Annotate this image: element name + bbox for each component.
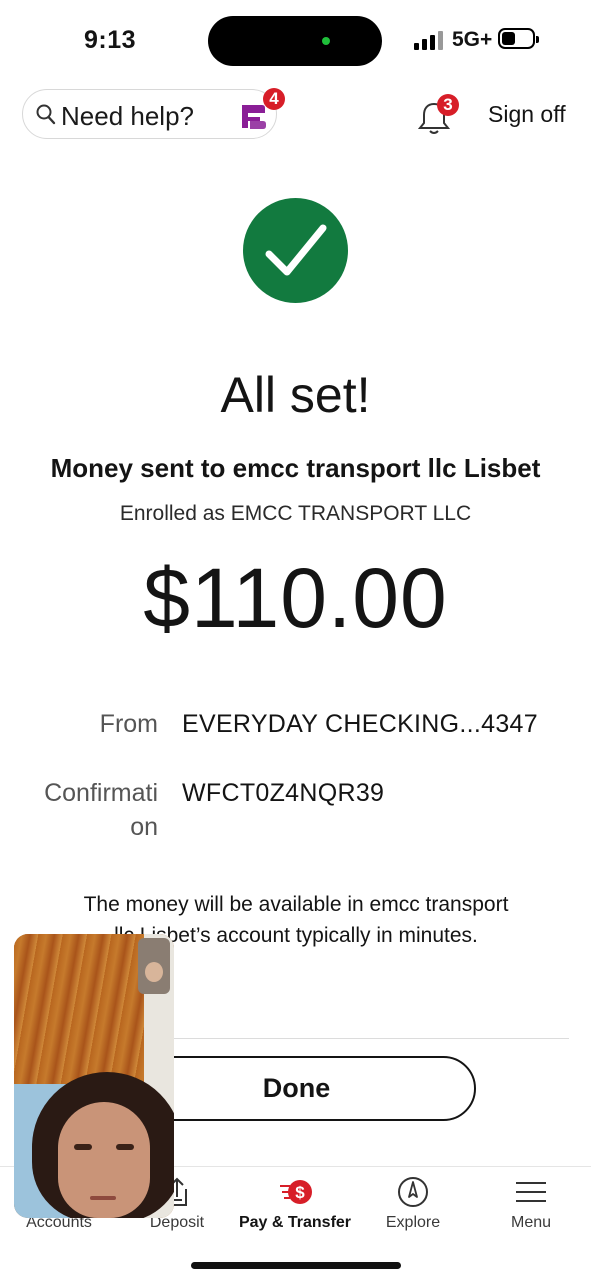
camera-indicator-icon xyxy=(322,37,330,45)
notifications-badge: 3 xyxy=(437,94,459,116)
from-account-value: EVERYDAY CHECKING...4347 xyxy=(182,710,538,738)
hamburger-icon xyxy=(516,1182,546,1202)
confirmation-label-line1: Confirmati xyxy=(44,779,158,807)
search-help-button[interactable]: Need help? 4 xyxy=(22,88,285,139)
confirmation-number: WFCT0Z4NQR39 xyxy=(182,779,385,807)
clock: 9:13 xyxy=(84,26,137,54)
from-label: From xyxy=(99,710,158,738)
nav-pay-transfer[interactable]: $ Pay & Transfer xyxy=(236,1167,354,1247)
notifications-button[interactable]: 3 xyxy=(416,94,464,136)
video-call-overlay[interactable] xyxy=(14,934,174,1218)
recipient-heading: Money sent to emcc transport llc Lisbet xyxy=(50,453,541,483)
search-icon xyxy=(36,104,56,125)
nav-menu[interactable]: Menu xyxy=(472,1167,590,1247)
search-placeholder: Need help? xyxy=(61,101,194,131)
confirmation-label: Confirmati on xyxy=(0,776,158,844)
nav-label-explore: Explore xyxy=(385,1214,441,1231)
svg-text:$: $ xyxy=(295,1183,305,1202)
pay-transfer-icon: $ xyxy=(280,1180,312,1204)
home-indicator[interactable] xyxy=(191,1262,401,1269)
dynamic-island xyxy=(208,16,382,66)
network-type: 5G+ xyxy=(452,28,493,51)
fargo-badge: 4 xyxy=(263,88,285,110)
page-title: All set! xyxy=(220,367,371,423)
status-bar: 9:13 5G+ xyxy=(0,0,591,80)
amount-sent: $110.00 xyxy=(143,551,448,645)
self-view-thumbnail[interactable] xyxy=(138,938,170,994)
caller-face xyxy=(58,1102,150,1218)
nav-explore[interactable]: Explore xyxy=(354,1167,472,1247)
enrolled-as-text: Enrolled as EMCC TRANSPORT LLC xyxy=(119,502,472,525)
nav-label-menu: Menu xyxy=(510,1214,552,1231)
battery-icon xyxy=(498,28,539,49)
success-check-icon xyxy=(243,198,348,303)
nav-label-pay-transfer: Pay & Transfer xyxy=(238,1214,352,1231)
cellular-signal-icon xyxy=(414,30,444,50)
confirmation-label-line2: on xyxy=(130,813,158,841)
sign-off-link[interactable]: Sign off xyxy=(488,101,566,128)
compass-icon xyxy=(398,1177,428,1207)
